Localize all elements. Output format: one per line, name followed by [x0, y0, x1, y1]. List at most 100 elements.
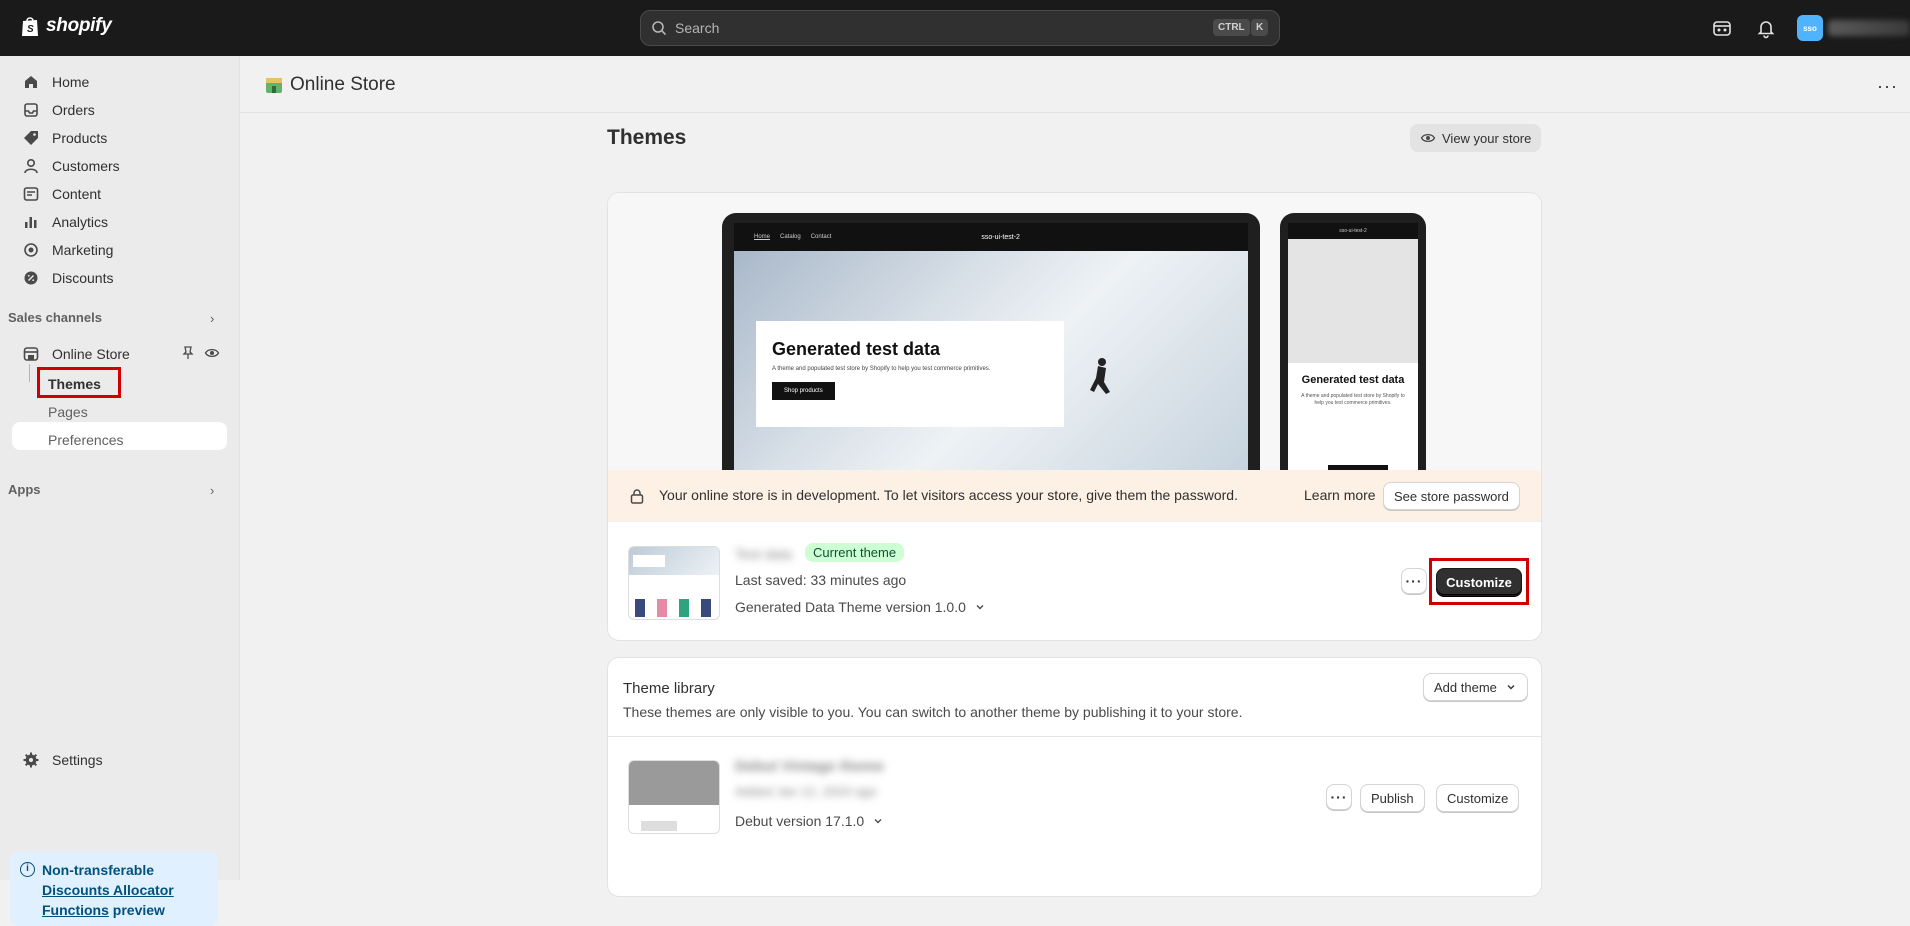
home-icon	[25, 76, 37, 88]
online-store-color-icon	[266, 78, 282, 93]
sidebar-item-pages[interactable]: Pages	[48, 404, 88, 420]
preview-hero-card: Generated test data A theme and populate…	[756, 321, 1064, 427]
sidebar-item-label: Customers	[52, 158, 120, 174]
phone-nav: sso-ui-test-2	[1288, 223, 1418, 239]
theme-version[interactable]: Generated Data Theme version 1.0.0	[735, 599, 986, 615]
see-store-password-button[interactable]: See store password	[1383, 482, 1520, 510]
search-placeholder: Search	[675, 20, 720, 36]
chevron-down-icon	[874, 819, 882, 824]
preview-nav-home: Home	[754, 234, 771, 240]
search-bar[interactable]: Search CTRL K	[640, 10, 1280, 46]
phone-hero-subtitle: A theme and populated test store by Shop…	[1301, 393, 1405, 406]
notice-text-2: preview	[108, 902, 165, 918]
gear-icon	[23, 752, 39, 768]
mobile-preview: sso-ui-test-2 Generated test data A them…	[1280, 213, 1426, 471]
snowboarder-figure	[1090, 358, 1110, 394]
theme-library-card: Theme library These themes are only visi…	[607, 657, 1542, 897]
chevron-right-icon[interactable]: ›	[210, 483, 214, 498]
phone-hero-title: Generated test data	[1301, 374, 1405, 386]
current-theme-thumbnail[interactable]	[628, 546, 720, 620]
shortcut-ctrl: CTRL	[1213, 19, 1250, 36]
info-icon: i	[20, 862, 35, 877]
sidebar-item-settings[interactable]: Settings	[12, 746, 227, 774]
highlight-customize	[1429, 558, 1529, 605]
apps-heading[interactable]: Apps	[8, 482, 41, 497]
tree-connector	[29, 364, 30, 382]
content-icon	[23, 187, 39, 201]
account-name-blurred[interactable]	[1828, 20, 1910, 36]
library-theme-name: Debut Vintage theme	[735, 758, 884, 775]
sidebar-item-products[interactable]: Products	[12, 124, 227, 152]
eye-icon	[1420, 133, 1436, 143]
library-theme-more-button[interactable]: ···	[1326, 784, 1352, 810]
theme-library-subtitle: These themes are only visible to you. Yo…	[623, 704, 1243, 720]
add-theme-label: Add theme	[1434, 679, 1497, 695]
divider	[608, 736, 1541, 737]
preview-notice: i Non-transferable Discounts Allocator F…	[10, 852, 218, 926]
sidebar-item-content[interactable]: Content	[12, 180, 227, 208]
preview-nav: Home Catalog Contact sso-ui-test-2	[734, 223, 1248, 251]
sidebar-item-home[interactable]: Home	[12, 68, 227, 96]
sidebar-item-orders[interactable]: Orders	[12, 96, 227, 124]
pin-icon[interactable]	[180, 345, 196, 361]
sidebar-item-label: Discounts	[52, 270, 114, 286]
last-saved-text: Last saved: 33 minutes ago	[735, 572, 907, 588]
more-actions-icon[interactable]: ···	[1877, 76, 1898, 97]
current-theme-more-button[interactable]: ···	[1401, 568, 1427, 594]
sidebar-item-discounts[interactable]: Discounts	[12, 264, 227, 292]
target-icon	[24, 243, 38, 257]
page-title: Online Store	[264, 74, 396, 96]
shopify-bag-icon: S	[22, 17, 38, 36]
online-store-icon	[23, 347, 39, 361]
preview-nav-catalog: Catalog	[780, 234, 801, 240]
shortcut-k: K	[1251, 19, 1269, 36]
learn-more-link[interactable]: Learn more	[1304, 487, 1376, 503]
bell-icon[interactable]	[1755, 17, 1777, 39]
sidebar-item-label: Analytics	[52, 214, 109, 230]
tag-icon	[24, 131, 38, 145]
brand-name: shopify	[46, 15, 112, 36]
page-title-text: Online Store	[290, 74, 396, 95]
bar-chart-icon	[25, 217, 37, 228]
eye-icon[interactable]	[204, 345, 220, 361]
sidebar-item-label: Settings	[52, 752, 103, 768]
sidebar-item-label: Online Store	[52, 346, 130, 362]
library-theme-thumbnail[interactable]	[628, 760, 720, 834]
sidebar-item-analytics[interactable]: Analytics	[12, 208, 227, 236]
avatar[interactable]: sso	[1797, 15, 1823, 41]
page-header: Online Store ···	[240, 56, 1910, 113]
publish-button[interactable]: Publish	[1360, 784, 1425, 812]
theme-version-text: Generated Data Theme version 1.0.0	[735, 599, 966, 615]
sidebar-item-preferences[interactable]: Preferences	[48, 432, 123, 448]
theme-preview[interactable]: Home Catalog Contact sso-ui-test-2 Gener…	[608, 193, 1541, 471]
themes-heading: Themes	[607, 126, 687, 149]
sidebar: Home Orders Products Customers Content A…	[0, 56, 240, 926]
person-icon	[24, 158, 38, 174]
development-banner: Your online store is in development. To …	[608, 470, 1541, 522]
sidebar-item-marketing[interactable]: Marketing	[12, 236, 227, 264]
development-message: Your online store is in development. To …	[659, 487, 1238, 503]
current-theme-badge: Current theme	[805, 543, 905, 562]
preview-hero-title: Generated test data	[772, 339, 941, 359]
phone-hero-image	[1288, 239, 1418, 363]
chevron-down-icon	[976, 605, 984, 610]
discount-icon	[24, 271, 38, 285]
chevron-down-icon	[1507, 685, 1515, 690]
sidebar-item-label: Home	[52, 74, 90, 90]
sales-channels-heading[interactable]: Sales channels	[8, 310, 102, 325]
sidebar-item-label: Products	[52, 130, 108, 146]
preview-hero-subtitle: A theme and populated test store by Shop…	[772, 366, 991, 372]
preview-store-name: sso-ui-test-2	[981, 233, 1020, 241]
svg-text:S: S	[27, 24, 34, 35]
sidebar-item-customers[interactable]: Customers	[12, 152, 227, 180]
library-theme-version[interactable]: Debut version 17.1.0	[735, 813, 884, 829]
search-icon	[652, 21, 667, 36]
view-store-button[interactable]: View your store	[1410, 124, 1542, 152]
view-store-label: View your store	[1442, 130, 1532, 146]
library-customize-button[interactable]: Customize	[1436, 784, 1520, 812]
store-icon[interactable]	[1711, 17, 1733, 39]
inbox-icon	[24, 103, 38, 117]
shopify-logo[interactable]: S shopify	[20, 15, 112, 37]
chevron-right-icon[interactable]: ›	[210, 311, 214, 326]
add-theme-button[interactable]: Add theme	[1423, 673, 1528, 701]
